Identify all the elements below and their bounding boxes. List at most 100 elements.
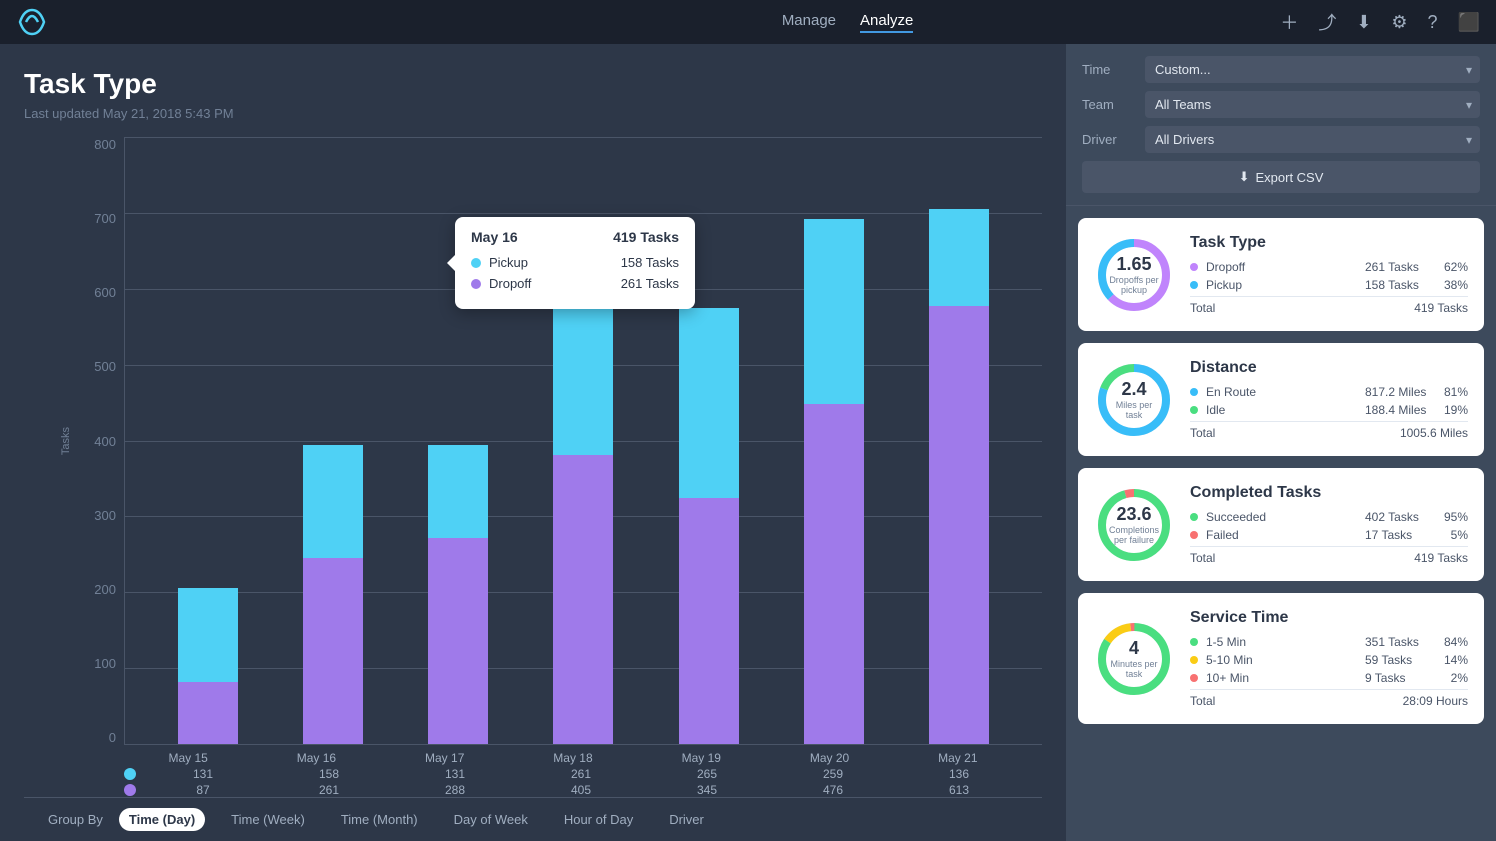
stat-card-task-type: 1.65 Dropoffs perpickup Task Type Dropof… — [1078, 218, 1484, 331]
x-label-may19: May 19 — [637, 751, 765, 765]
logo[interactable] — [16, 6, 48, 38]
filter-driver-select[interactable]: All Drivers — [1145, 126, 1480, 153]
task-type-value: 1.65 — [1109, 254, 1158, 275]
nav-analyze[interactable]: Analyze — [860, 12, 913, 33]
stat-card-completed: 23.6 Completionsper failure Completed Ta… — [1078, 468, 1484, 581]
d-may20-pickup: 259 — [770, 767, 896, 781]
distance-title: Distance — [1190, 359, 1468, 377]
bar-stack-3[interactable] — [553, 268, 613, 744]
service-time-info: Service Time 1-5 Min 351 Tasks 84% 5-10 … — [1190, 609, 1468, 708]
1-5min-pct: 84% — [1438, 635, 1468, 649]
tooltip-row-pickup: Pickup 158 Tasks — [471, 255, 679, 270]
x-label-may18: May 18 — [509, 751, 637, 765]
task-type-total-value: 419 Tasks — [1414, 301, 1468, 315]
x-label-may20: May 20 — [765, 751, 893, 765]
groupby-bar: Group By Time (Day) Time (Week) Time (Mo… — [24, 797, 1042, 841]
help-icon[interactable]: ? — [1428, 12, 1438, 33]
tooltip-row-dropoff: Dropoff 261 Tasks — [471, 276, 679, 291]
service-time-value: 4 — [1110, 638, 1157, 659]
bar-stack-0[interactable] — [178, 588, 238, 744]
5-10min-dot — [1190, 656, 1198, 664]
tooltip-header: May 16 419 Tasks — [471, 229, 679, 245]
d-may17-dropoff: 288 — [392, 783, 518, 797]
y-label-200: 200 — [74, 582, 124, 597]
export-csv-button[interactable]: ⬇ Export CSV — [1082, 161, 1480, 193]
dropoff-data-row: 87 261 288 405 345 476 613 — [74, 781, 1042, 797]
bar-pickup-0 — [178, 588, 238, 682]
download-icon[interactable]: ⬇ — [1356, 12, 1371, 33]
export-label: Export CSV — [1255, 170, 1323, 185]
dropoff-name: Dropoff — [1206, 260, 1357, 274]
groupby-time-week[interactable]: Time (Week) — [221, 808, 315, 831]
bar-dropoff-1 — [303, 558, 363, 744]
chart-area: Task Type Last updated May 21, 2018 5:43… — [0, 44, 1066, 841]
pickup-data-row: 131 158 131 261 265 259 136 — [74, 765, 1042, 781]
y-label-400: 400 — [74, 434, 124, 449]
task-type-info: Task Type Dropoff 261 Tasks 62% Pickup 1… — [1190, 234, 1468, 315]
d-may19-dropoff: 345 — [644, 783, 770, 797]
tooltip-arrow — [447, 255, 455, 271]
topnav: Manage Analyze ＋ ⤴ ⬇ ⚙ ? ⬛ — [0, 0, 1496, 44]
tooltip-pickup-value: 158 Tasks — [621, 255, 679, 270]
task-type-donut: 1.65 Dropoffs perpickup — [1094, 235, 1174, 315]
enroute-tasks: 817.2 Miles — [1365, 385, 1430, 399]
enroute-dot — [1190, 388, 1198, 396]
succeeded-name: Succeeded — [1206, 510, 1357, 524]
plus-icon[interactable]: ＋ — [1280, 9, 1298, 35]
nav-manage[interactable]: Manage — [782, 12, 836, 33]
bar-stack-6[interactable] — [929, 209, 989, 744]
groupby-driver[interactable]: Driver — [659, 808, 714, 831]
service-time-total-label: Total — [1190, 694, 1215, 708]
completed-total-label: Total — [1190, 551, 1215, 565]
bar-stack-5[interactable] — [804, 219, 864, 744]
groupby-hour-of-day[interactable]: Hour of Day — [554, 808, 643, 831]
sidebar: Time Custom... ▾ Team All Teams ▾ — [1066, 44, 1496, 841]
bar-group-5[interactable] — [771, 137, 896, 744]
pickup-dot — [1190, 281, 1198, 289]
failed-pct: 5% — [1438, 528, 1468, 542]
task-type-title: Task Type — [1190, 234, 1468, 252]
signout-icon[interactable]: ⬛ — [1458, 12, 1480, 33]
settings-icon[interactable]: ⚙ — [1391, 12, 1407, 33]
distance-enroute-row: En Route 817.2 Miles 81% — [1190, 385, 1468, 399]
bar-group-6[interactable] — [897, 137, 1022, 744]
distance-total-value: 1005.6 Miles — [1400, 426, 1468, 440]
filter-time-label: Time — [1082, 62, 1137, 77]
groupby-time-month[interactable]: Time (Month) — [331, 808, 428, 831]
y-label-100: 100 — [74, 656, 124, 671]
10plus-name: 10+ Min — [1206, 671, 1357, 685]
filter-team-select[interactable]: All Teams — [1145, 91, 1480, 118]
10plus-tasks: 9 Tasks — [1365, 671, 1430, 685]
5-10min-name: 5-10 Min — [1206, 653, 1357, 667]
service-time-donut: 4 Minutes pertask — [1094, 619, 1174, 699]
signin-icon[interactable]: ⤴ — [1318, 9, 1336, 35]
succeeded-row: Succeeded 402 Tasks 95% — [1190, 510, 1468, 524]
succeeded-dot — [1190, 513, 1198, 521]
bar-stack-4[interactable] — [679, 308, 739, 744]
1-5min-row: 1-5 Min 351 Tasks 84% — [1190, 635, 1468, 649]
d-may19-pickup: 265 — [644, 767, 770, 781]
distance-total-label: Total — [1190, 426, 1215, 440]
bar-stack-2[interactable] — [428, 445, 488, 744]
filter-time-select[interactable]: Custom... — [1145, 56, 1480, 83]
filter-team-wrap: All Teams ▾ — [1145, 91, 1480, 118]
pickup-name: Pickup — [1206, 278, 1357, 292]
1-5min-dot — [1190, 638, 1198, 646]
bar-group-1[interactable] — [270, 137, 395, 744]
10plus-pct: 2% — [1438, 671, 1468, 685]
bar-stack-1[interactable] — [303, 445, 363, 744]
page-title: Task Type — [24, 68, 1042, 100]
failed-dot — [1190, 531, 1198, 539]
service-time-title: Service Time — [1190, 609, 1468, 627]
bar-dropoff-4 — [679, 498, 739, 744]
tooltip-total: 419 Tasks — [613, 229, 679, 245]
nav-links: Manage Analyze — [782, 12, 914, 33]
filter-time-wrap: Custom... ▾ — [1145, 56, 1480, 83]
groupby-day-of-week[interactable]: Day of Week — [444, 808, 538, 831]
failed-row: Failed 17 Tasks 5% — [1190, 528, 1468, 542]
completed-info: Completed Tasks Succeeded 402 Tasks 95% … — [1190, 484, 1468, 565]
bar-group-0[interactable] — [145, 137, 270, 744]
stats-area: 1.65 Dropoffs perpickup Task Type Dropof… — [1066, 206, 1496, 841]
groupby-time-day[interactable]: Time (Day) — [119, 808, 205, 831]
bar-pickup-2 — [428, 445, 488, 539]
